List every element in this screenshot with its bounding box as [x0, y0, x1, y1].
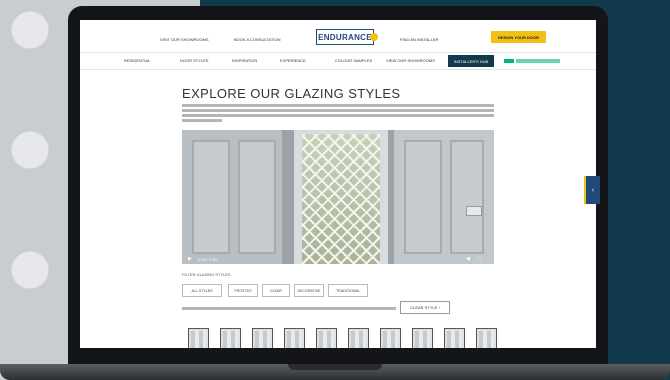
thumbnail-image	[287, 331, 302, 348]
door-panel	[450, 140, 484, 254]
installers-hub-button[interactable]: INSTALLER'S HUB	[448, 55, 494, 67]
trustpilot-rating	[516, 59, 560, 63]
filter-frosted[interactable]: FROSTED	[228, 284, 258, 297]
nav-colour-samples[interactable]: COLOUR SAMPLES	[335, 58, 372, 63]
thumbnail-image	[351, 331, 366, 348]
filter-traditional[interactable]: TRADITIONAL	[328, 284, 368, 297]
filter-clear[interactable]: CLEAR	[262, 284, 290, 297]
door-image-left	[182, 130, 282, 264]
thumbnail-image	[255, 331, 270, 348]
door-handle	[466, 206, 482, 216]
nav-residential[interactable]: RESIDENTIAL	[124, 58, 150, 63]
decorative-glass	[302, 134, 380, 264]
glazing-thumbnail[interactable]	[284, 328, 305, 348]
filter-decorative[interactable]: DECORATIVE	[294, 284, 324, 297]
glazing-thumbnail[interactable]	[444, 328, 465, 348]
text-line	[182, 119, 222, 122]
video-player[interactable]: ▶ 0:00 / 0:20 ◀ ⛶	[182, 130, 494, 264]
play-icon[interactable]: ▶	[188, 256, 192, 262]
nav-experience[interactable]: EXPERIENCE	[280, 58, 306, 63]
thumbnail-image	[415, 331, 430, 348]
thumbnail-image	[191, 331, 206, 348]
fullscreen-icon[interactable]: ⛶	[478, 256, 482, 262]
page-title: EXPLORE OUR GLAZING STYLES	[182, 86, 401, 101]
browser-viewport: VISIT OUR SHOWROOMS BOOK A CONSULTATION …	[80, 20, 596, 348]
trustpilot-star-icon	[504, 59, 514, 63]
thumbnail-image	[383, 331, 398, 348]
door-panel	[404, 140, 442, 254]
door-panel	[238, 140, 276, 254]
clear-style-button[interactable]: CLEAR STYLE ›	[400, 301, 450, 314]
intro-text	[182, 104, 494, 122]
thumbnail-image	[479, 331, 494, 348]
glazing-thumbnail[interactable]	[348, 328, 369, 348]
filter-all-styles[interactable]: ALL STYLES	[182, 284, 222, 297]
thumbnail-image	[447, 331, 462, 348]
text-line	[182, 109, 494, 112]
glazing-thumbnail[interactable]	[188, 328, 209, 348]
design-door-button[interactable]: DESIGN YOUR DOOR	[491, 31, 546, 43]
glazing-thumbnail[interactable]	[476, 328, 497, 348]
logo-dot	[370, 33, 378, 41]
volume-icon[interactable]: ◀	[466, 256, 470, 262]
chevron-left-icon[interactable]: ‹	[584, 176, 600, 204]
glazing-thumbnail[interactable]	[252, 328, 273, 348]
logo[interactable]: ENDURANCE	[316, 29, 378, 45]
text-line	[182, 114, 494, 117]
thumbnail-image	[223, 331, 238, 348]
glazing-thumbnail[interactable]	[412, 328, 433, 348]
top-bar: VISIT OUR SHOWROOMS BOOK A CONSULTATION …	[80, 20, 596, 50]
text-line	[182, 104, 494, 107]
nav-view-showrooms[interactable]: VIEW OUR SHOWROOMS	[386, 58, 435, 63]
video-time: 0:00 / 0:20	[198, 257, 217, 262]
laptop-notch	[288, 364, 382, 370]
filter-label: FILTER GLAZING STYLES	[182, 272, 231, 277]
text-line	[182, 307, 396, 310]
thumbnail-image	[319, 331, 334, 348]
door-image-right	[394, 130, 494, 264]
nav-door-styles[interactable]: DOOR STYLES	[180, 58, 208, 63]
trustpilot-badge[interactable]	[504, 59, 560, 63]
main-nav: RESIDENTIAL DOOR STYLES INSPIRATION EXPE…	[80, 52, 596, 70]
glazing-thumbnail[interactable]	[220, 328, 241, 348]
glazing-thumbnail[interactable]	[316, 328, 337, 348]
glazing-thumbnail[interactable]	[380, 328, 401, 348]
filter-note	[182, 306, 396, 310]
book-consultation-link[interactable]: BOOK A CONSULTATION	[234, 37, 280, 42]
nav-inspiration[interactable]: INSPIRATION	[232, 58, 257, 63]
visit-showrooms-link[interactable]: VISIT OUR SHOWROOMS	[160, 37, 209, 42]
door-panel	[192, 140, 230, 254]
find-installer-link[interactable]: FIND AN INSTALLER	[400, 37, 438, 42]
